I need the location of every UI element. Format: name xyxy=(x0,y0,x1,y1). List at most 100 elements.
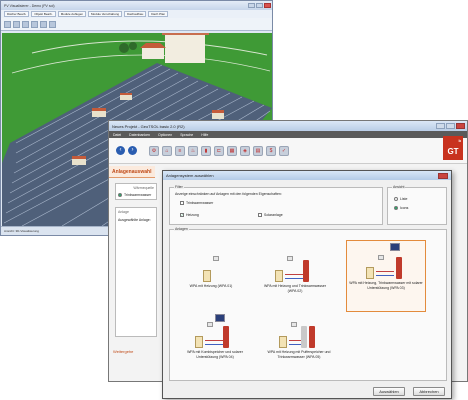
collector-icon[interactable]: ▦ xyxy=(227,145,237,156)
anlagen-label: Anlagen xyxy=(174,227,189,231)
logo-text: GT xyxy=(447,147,459,156)
pipes-icon xyxy=(376,271,394,276)
tool-icon[interactable] xyxy=(40,20,47,28)
system-tile-wpa01[interactable]: WPA mit Heizung (WPA 01) xyxy=(176,248,246,308)
tool-icon[interactable] xyxy=(22,20,29,28)
heatpump-icon xyxy=(291,322,297,327)
solar-panel-icon xyxy=(390,243,400,251)
results-icon[interactable]: ✓ xyxy=(279,145,289,156)
tab-item[interactable]: Module Auflegen xyxy=(57,11,87,17)
tap-icon[interactable]: ♨ xyxy=(188,145,198,156)
pipe-icon[interactable]: ⊏ xyxy=(214,145,224,156)
anlage-value: Ausgewählte Anlage: xyxy=(118,218,151,222)
checkbox-checked[interactable]: ✓ xyxy=(180,213,184,217)
house-icon[interactable]: ⌂ xyxy=(162,145,172,156)
house-icon xyxy=(275,270,283,282)
checkbox-label: Solaranlage xyxy=(264,213,283,217)
anlage-box: Anlage Ausgewählte Anlage: xyxy=(115,207,157,337)
filter-trinkwarmwasser[interactable]: Trinkwarmwasser xyxy=(180,201,213,205)
checkbox[interactable] xyxy=(180,201,184,205)
radio[interactable] xyxy=(394,197,398,201)
tool-icon[interactable] xyxy=(49,20,56,28)
pipes-icon xyxy=(205,340,223,345)
system-tile-wpa05[interactable]: WPA mit Heizung mit Pufferspeicher und T… xyxy=(264,314,334,374)
system-diagram xyxy=(275,252,315,282)
checkbox[interactable] xyxy=(258,213,262,217)
maximize-button[interactable] xyxy=(446,123,455,129)
ansicht-liste[interactable]: Liste xyxy=(394,197,407,201)
tool-icon[interactable] xyxy=(31,20,38,28)
tank-icon[interactable]: ▮ xyxy=(201,145,211,156)
menu-datei[interactable]: Datei xyxy=(113,133,121,137)
warmequelle-radio[interactable] xyxy=(118,193,122,197)
minimize-button[interactable] xyxy=(436,123,445,129)
system-tile-wpa04[interactable]: WPA mit Kombispeicher und solarer Unters… xyxy=(180,314,250,374)
tool-icon[interactable] xyxy=(4,20,11,28)
pv-visualizer-toolbar xyxy=(1,18,272,31)
geotsol-toolbar: ‹ › ⚙ ⌂ ≡ ♨ ▮ ⊏ ▦ ◈ ▤ $ ✓ xyxy=(109,138,467,164)
tab-item[interactable]: Dachaufbau xyxy=(124,11,147,17)
tab-item[interactable]: Dächer Bearb. xyxy=(4,11,30,17)
warmequelle-label: Wärmequelle xyxy=(133,186,154,190)
filter-text: Anzeige einschränken auf Anlagen mit den… xyxy=(175,192,282,196)
tab-item[interactable]: Dach Plan xyxy=(148,11,169,17)
system-caption: WPA mit Heizung mit Pufferspeicher und T… xyxy=(267,350,331,359)
system-tile-wpa03[interactable]: WPA mit Heizung, Trinkwarmwasser mit sol… xyxy=(346,240,426,312)
tab-item[interactable]: Objekt Bearb. xyxy=(31,11,56,17)
minimize-button[interactable] xyxy=(248,3,255,8)
costs-icon[interactable]: $ xyxy=(266,145,276,156)
radiator-icon[interactable]: ≡ xyxy=(175,145,185,156)
close-button[interactable] xyxy=(264,3,271,8)
tool-icon[interactable] xyxy=(13,20,20,28)
chart-icon[interactable]: ▤ xyxy=(253,145,263,156)
tank-icon xyxy=(223,326,229,348)
heatpump-icon[interactable]: ⚙ xyxy=(149,145,159,156)
forward-icon[interactable]: › xyxy=(128,146,137,155)
weitere-link[interactable]: Weitergehe xyxy=(113,349,133,354)
tank-icon xyxy=(396,257,402,279)
geotsol-titlebar: Neues Projekt - GeoTSOL basic 2.0 (R2) xyxy=(109,121,467,131)
system-tile-wpa02[interactable]: WPA mit Heizung und Trinkwarmwasser (WPA… xyxy=(260,248,330,308)
filter-label: Filter xyxy=(174,185,184,189)
dialog-titlebar: Anlagensystem auswählen xyxy=(163,171,451,180)
logo-sup: b xyxy=(458,138,461,143)
warmequelle-value: Trinkwarmwasser xyxy=(124,193,152,197)
back-icon[interactable]: ‹ xyxy=(116,146,125,155)
panel-icon[interactable]: ◈ xyxy=(240,145,250,156)
system-diagram xyxy=(366,243,406,279)
house-icon xyxy=(203,270,211,282)
filter-solaranlage[interactable]: Solaranlage xyxy=(258,213,283,217)
dialog-title: Anlagensystem auswählen xyxy=(166,173,214,178)
solar-panel-icon xyxy=(215,314,225,322)
ansicht-group: Ansicht Liste Icons xyxy=(387,185,447,225)
pipes-icon xyxy=(285,274,303,279)
tank-icon xyxy=(309,326,315,348)
maximize-button[interactable] xyxy=(256,3,263,8)
ansicht-label: Ansicht xyxy=(392,185,406,189)
radio-selected[interactable] xyxy=(394,206,398,210)
filter-heizung[interactable]: ✓ Heizung xyxy=(180,213,199,217)
dialog-close-button[interactable] xyxy=(438,172,448,179)
system-caption: WPA mit Heizung, Trinkwarmwasser mit sol… xyxy=(349,281,423,290)
anlagen-group: Anlagen WPA mit Heizung (WPA 01) WPA mit… xyxy=(169,227,447,381)
house-icon xyxy=(279,336,287,348)
menu-datenbanken[interactable]: Datenbanken xyxy=(129,133,150,137)
geotsol-logo: GT b xyxy=(443,136,463,160)
menu-sprache[interactable]: Sprache xyxy=(180,133,193,137)
radio-label: Liste xyxy=(400,197,408,201)
auswaehlen-button[interactable]: Auswählen xyxy=(373,387,405,396)
system-diagram xyxy=(195,314,235,348)
filter-group: Filter Anzeige einschränken auf Anlagen … xyxy=(169,185,383,225)
tab-item[interactable]: Module Verschaltung xyxy=(88,11,123,17)
checkbox-label: Heizung xyxy=(186,213,199,217)
checkbox-label: Trinkwarmwasser xyxy=(186,201,214,205)
abbrechen-button[interactable]: Abbrechen xyxy=(413,387,445,396)
menu-hilfe[interactable]: Hilfe xyxy=(201,133,208,137)
system-caption: WPA mit Heizung (WPA 01) xyxy=(189,284,233,288)
heatpump-icon xyxy=(378,255,384,260)
geotsol-title: Neues Projekt - GeoTSOL basic 2.0 (R2) xyxy=(112,123,185,129)
anlagensystem-dialog: Anlagensystem auswählen Filter Anzeige e… xyxy=(162,170,452,399)
menu-optionen[interactable]: Optionen xyxy=(158,133,172,137)
system-caption: WPA mit Kombispeicher und solarer Unters… xyxy=(187,350,243,359)
ansicht-icons[interactable]: Icons xyxy=(394,206,408,210)
